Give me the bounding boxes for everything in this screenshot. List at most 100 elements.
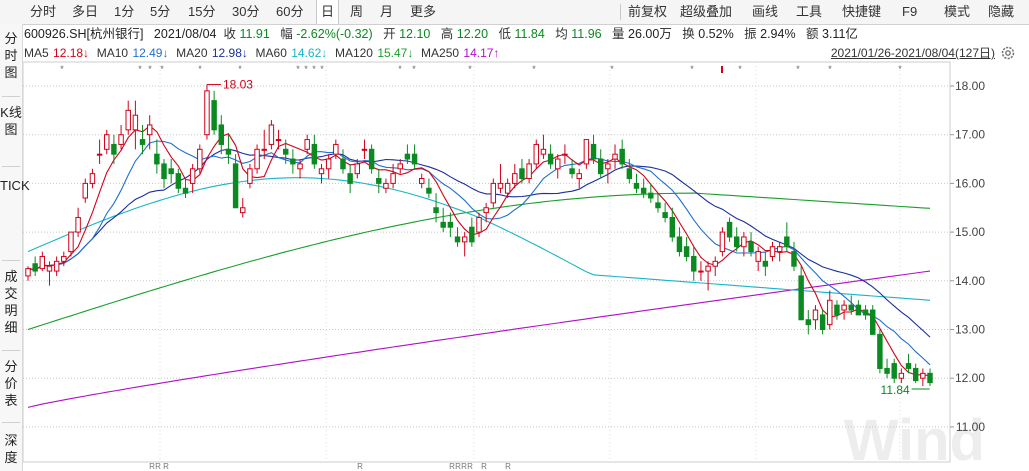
- candle-up: [755, 251, 761, 262]
- tab-1min[interactable]: 1分: [110, 0, 138, 24]
- candle-down: [640, 187, 647, 194]
- gear-icon[interactable]: [1001, 46, 1015, 60]
- candle-down: [368, 148, 375, 170]
- stock-code: 600926.SH[杭州银行]: [24, 27, 144, 41]
- candle-up: [68, 231, 74, 253]
- candle-up: [268, 124, 275, 145]
- candle-down: [805, 319, 812, 326]
- side-price-table[interactable]: 分价表: [0, 358, 22, 409]
- candle-down: [340, 158, 346, 170]
- side-fenshi-chart[interactable]: 分时图: [0, 30, 22, 81]
- y-tick-label: 11.00: [956, 420, 985, 434]
- ma120-value: 15.47↓: [377, 46, 414, 60]
- mode-button[interactable]: 模式: [940, 0, 974, 24]
- candle-up: [741, 236, 747, 248]
- candle-down: [590, 143, 597, 160]
- f9-button[interactable]: F9: [898, 0, 921, 24]
- candle-down: [762, 260, 769, 267]
- amplitude-value: 2.94%: [760, 27, 796, 41]
- rights-marker: R: [163, 462, 169, 471]
- candle-up: [82, 182, 88, 199]
- shortcut-button[interactable]: 快捷键: [838, 0, 885, 24]
- candle-down: [111, 143, 117, 155]
- tab-15min[interactable]: 15分: [184, 0, 219, 24]
- candle-down: [669, 216, 676, 238]
- candle-up: [46, 265, 53, 272]
- candle-down: [404, 153, 411, 160]
- close-value: 11.91: [239, 27, 270, 41]
- candle-down: [870, 309, 876, 335]
- side-tick[interactable]: TICK: [0, 176, 30, 195]
- candle-down: [411, 153, 418, 165]
- candle-down: [32, 263, 38, 272]
- candle-down: [290, 158, 296, 165]
- tab-day[interactable]: 日: [316, 0, 340, 24]
- candle-down: [619, 148, 625, 165]
- candle-down: [282, 148, 289, 155]
- candle-down: [748, 241, 754, 253]
- candle-down: [834, 304, 840, 316]
- high-value: 12.20: [456, 27, 489, 41]
- candle-up: [719, 231, 726, 253]
- hide-button[interactable]: 隐藏: [984, 0, 1018, 24]
- candle-up: [132, 114, 139, 131]
- event-star-marker: *: [296, 64, 300, 74]
- event-star-marker: *: [532, 64, 536, 74]
- candle-down: [662, 212, 668, 218]
- candle-up: [39, 255, 46, 270]
- candle-down: [927, 372, 933, 384]
- tab-week[interactable]: 周: [346, 0, 367, 24]
- candle-up: [769, 246, 776, 257]
- date-range[interactable]: 2021/01/26-2021/08/04(127日): [831, 44, 995, 62]
- wind-watermark: Wind: [844, 408, 985, 471]
- side-trade-detail[interactable]: 成交明细: [0, 268, 22, 336]
- candle-down: [232, 163, 239, 209]
- event-star-marker: *: [198, 64, 202, 74]
- tab-multiday[interactable]: 多日: [68, 0, 102, 24]
- side-divider: [2, 260, 20, 261]
- ma5-value: 12.18↓: [53, 46, 90, 60]
- y-tick-label: 15.00: [955, 225, 985, 239]
- tab-more[interactable]: 更多: [406, 0, 440, 24]
- ma250-value: 14.17↑: [463, 46, 500, 60]
- avg-value: 11.96: [571, 27, 602, 41]
- candle-up: [146, 124, 153, 136]
- ma60-label: MA60: [255, 46, 287, 60]
- event-star-marker: *: [828, 64, 832, 74]
- candle-up: [526, 163, 532, 180]
- candle-up: [397, 163, 403, 170]
- candle-up: [562, 153, 568, 156]
- candle-up: [204, 90, 210, 136]
- candle-down: [426, 187, 432, 194]
- candle-down: [733, 236, 740, 248]
- ma10-value: 12.49↓: [132, 46, 169, 60]
- tab-30min[interactable]: 30分: [228, 0, 263, 24]
- fq-button[interactable]: 前复权: [624, 0, 671, 24]
- candle-up: [512, 173, 518, 184]
- ma-legend: MA5 12.18↓ MA10 12.49↓ MA20 12.98↓ MA60 …: [24, 44, 500, 62]
- tab-5min[interactable]: 5分: [146, 0, 174, 24]
- draw-button[interactable]: 画线: [748, 0, 782, 24]
- tools-button[interactable]: 工具: [792, 0, 826, 24]
- kline-chart[interactable]: Wind 18.00 17.00 16.00 15.00 14.00 13.00 12.00 1…: [0, 0, 1029, 471]
- tab-60min[interactable]: 60分: [272, 0, 307, 24]
- candle-up: [776, 246, 783, 253]
- event-star-marker: *: [312, 64, 316, 74]
- candle-up: [497, 182, 504, 189]
- period-toolbar: 分时 多日 1分 5分 15分 30分 60分 日 周 月 更多 前复权 超级叠…: [0, 0, 1029, 25]
- candle-up: [304, 139, 310, 150]
- overlay-button[interactable]: 超级叠加: [676, 0, 736, 24]
- side-kline-chart[interactable]: K线图: [0, 104, 22, 138]
- event-star-marker: *: [320, 64, 324, 74]
- candle-down: [683, 246, 690, 257]
- open-value: 12.10: [399, 27, 431, 41]
- candle-down: [848, 304, 854, 311]
- candle-down: [905, 363, 912, 369]
- quote-info-bar: 600926.SH[杭州银行] 2021/08/04 收 11.91 幅 -2.…: [24, 27, 858, 41]
- tab-fenshi[interactable]: 分时: [26, 0, 60, 24]
- side-depth[interactable]: 深度: [0, 432, 22, 466]
- change-value: -2.62%(-0.32): [296, 27, 373, 41]
- candle-down: [547, 153, 554, 165]
- candle-up: [318, 168, 325, 175]
- tab-month[interactable]: 月: [376, 0, 397, 24]
